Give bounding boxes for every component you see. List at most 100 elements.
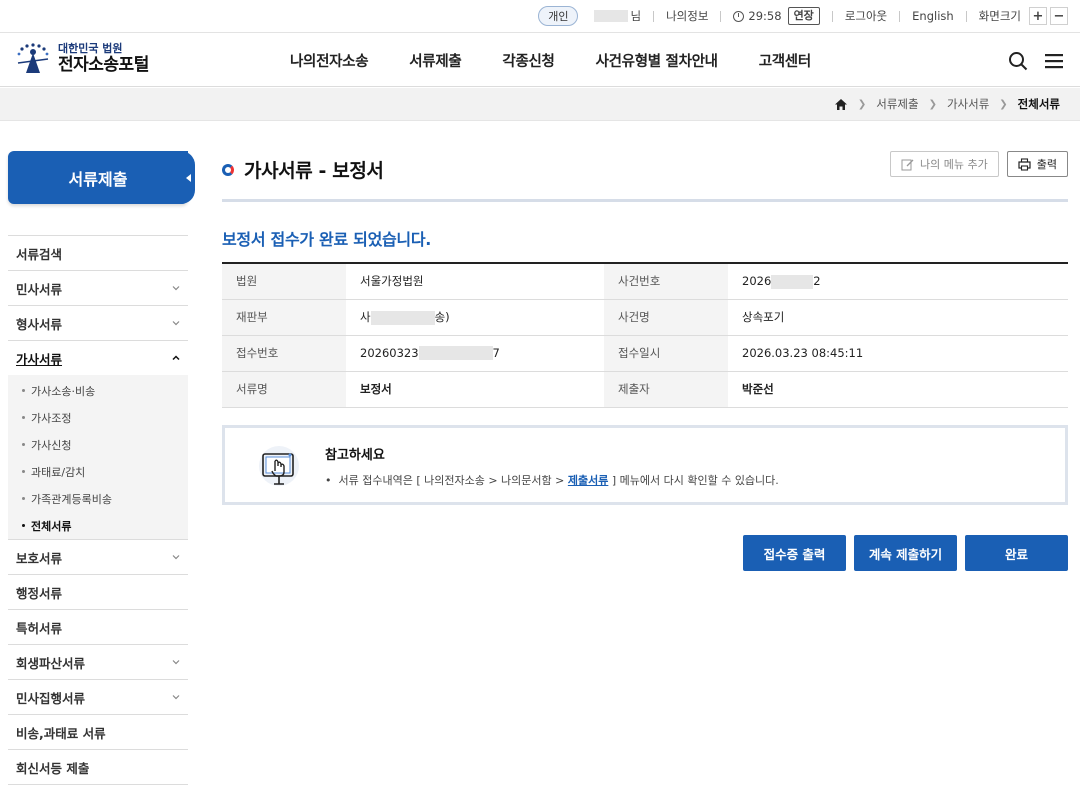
nav-my-lawsuit[interactable]: 나의전자소송 <box>290 50 369 71</box>
chevron-right-icon: ❯ <box>857 98 867 110</box>
sidebar-item-label: 가사서류 <box>16 351 63 367</box>
document-name-value: 보정서 <box>346 371 604 408</box>
chevron-down-icon <box>172 321 180 326</box>
sidebar-item-rehabilitation[interactable]: 회생파산서류 <box>8 644 188 679</box>
sidebar-subitem-label: 가사소송·비송 <box>31 384 96 398</box>
sidebar-subitem[interactable]: 가사소송·비송 <box>8 377 188 404</box>
court-value: 서울가정법원 <box>346 263 604 300</box>
court-emblem-icon <box>17 43 49 73</box>
sidebar-subitem[interactable]: 가족관계등록비송 <box>8 485 188 512</box>
sidebar-item-protection[interactable]: 보호서류 <box>8 539 188 574</box>
global-nav: 나의전자소송 서류제출 각종신청 사건유형별 절차안내 고객센터 <box>290 33 852 87</box>
nav-document-submit[interactable]: 서류제출 <box>409 50 461 71</box>
session-timer-value: 29:58 <box>748 9 782 23</box>
chevron-down-icon <box>172 695 180 700</box>
sidebar-subitem-label: 가사신청 <box>31 438 72 452</box>
utility-bar: 개인 님 나의정보 29:58 연장 로그아웃 English 화면크기 + − <box>0 0 1080 33</box>
sidebar-item-civil[interactable]: 민사서류 <box>8 270 188 305</box>
submitted-docs-link[interactable]: 제출서류 <box>568 474 608 487</box>
table-row: 서류명 보정서 제출자 박준선 <box>222 371 1068 408</box>
notice-text-before: 서류 접수내역은 [ 나의전자소송 > 나의문서함 > <box>338 474 568 487</box>
nav-procedure-guide[interactable]: 사건유형별 절차안내 <box>596 50 718 71</box>
sidebar-item-patent[interactable]: 특허서류 <box>8 609 188 644</box>
sidebar-subitem-label: 가족관계등록비송 <box>31 492 112 506</box>
receipt-datetime-value: 2026.03.23 08:45:11 <box>728 335 1068 372</box>
chevron-up-icon <box>172 355 180 361</box>
done-button[interactable]: 완료 <box>965 535 1068 571</box>
menu-icon[interactable] <box>1044 51 1064 71</box>
breadcrumb-item[interactable]: 가사서류 <box>947 96 989 112</box>
sidebar-item-label: 민사집행서류 <box>16 690 86 706</box>
nav-customer-center[interactable]: 고객센터 <box>759 50 811 71</box>
my-info-link[interactable]: 나의정보 <box>666 8 708 24</box>
add-my-menu-button[interactable]: 나의 메뉴 추가 <box>890 151 999 177</box>
sidebar-title: 서류제출 <box>8 151 195 204</box>
search-icon[interactable] <box>1008 51 1028 71</box>
zoom-out-button[interactable]: − <box>1050 7 1068 25</box>
user-name-masked <box>594 10 629 22</box>
print-button[interactable]: 출력 <box>1006 151 1068 177</box>
sidebar-subitem[interactable]: 가사신청 <box>8 431 188 458</box>
sidebar-item-label: 비송,과태료 서류 <box>16 725 106 741</box>
completion-message: 보정서 접수가 완료 되었습니다. <box>222 230 432 249</box>
receipt-number-value: 20260323 7 <box>346 335 604 372</box>
sidebar-item-criminal[interactable]: 형사서류 <box>8 305 188 340</box>
sidebar-item-administrative[interactable]: 행정서류 <box>8 574 188 609</box>
user-suffix: 님 <box>630 9 642 23</box>
case-name-label: 사건명 <box>604 299 728 336</box>
sidebar-item-label: 행정서류 <box>16 585 63 601</box>
print-label: 출력 <box>1036 158 1057 171</box>
submitter-value: 박준선 <box>728 371 1068 408</box>
sidebar-item-label: 회신서등 제출 <box>16 760 90 776</box>
user-type-badge: 개인 <box>538 6 579 26</box>
breadcrumb: ❯ 서류제출 ❯ 가사서류 ❯ 전체서류 <box>834 96 1060 112</box>
site-logo[interactable]: 대한민국 법원 전자소송포털 <box>12 41 149 77</box>
english-link[interactable]: English <box>912 9 954 23</box>
clock-icon <box>733 10 745 22</box>
add-my-menu-label: 나의 메뉴 추가 <box>920 158 988 171</box>
sidebar-item-label: 서류검색 <box>16 246 63 262</box>
logo-title: 전자소송포털 <box>58 54 149 75</box>
receipt-info-table: 법원 서울가정법원 사건번호 2026 2 재판부 사 송) 사건명 상속포기 접수… <box>222 262 1068 408</box>
sidebar-item-label: 형사서류 <box>16 316 63 332</box>
chevron-down-icon <box>172 660 180 665</box>
edit-icon <box>901 159 914 170</box>
sidebar-item-family[interactable]: 가사서류 <box>8 340 188 375</box>
receipt-print-button[interactable]: 접수증 출력 <box>743 535 846 571</box>
sidebar-item-label: 회생파산서류 <box>16 655 86 671</box>
sidebar-subitem-active[interactable]: 전체서류 <box>8 512 188 539</box>
chevron-right-icon: ❯ <box>928 98 937 110</box>
sidebar-nav: 서류검색 민사서류 형사서류 가사서류 가사소송·비송 가사조정 가사신청 과태… <box>8 235 188 785</box>
extend-session-button[interactable]: 연장 <box>787 7 820 25</box>
home-icon[interactable] <box>834 98 848 111</box>
sidebar-subitem-label: 과태료/감치 <box>31 465 86 479</box>
notice-text: • 서류 접수내역은 [ 나의전자소송 > 나의문서함 > 제출서류 ] 메뉴에… <box>325 474 779 487</box>
sidebar-collapse-icon[interactable] <box>181 151 195 204</box>
receipt-datetime-label: 접수일시 <box>604 335 728 372</box>
breadcrumb-item[interactable]: 서류제출 <box>876 96 918 112</box>
sidebar-item-civil-execution[interactable]: 민사집행서류 <box>8 679 188 714</box>
logout-link[interactable]: 로그아웃 <box>845 8 887 24</box>
sidebar-item-label: 민사서류 <box>16 281 63 297</box>
zoom-in-button[interactable]: + <box>1029 7 1047 25</box>
sidebar-subitem-label: 전체서류 <box>31 519 72 533</box>
page-title: 가사서류 - 보정서 <box>222 156 384 183</box>
document-name-label: 서류명 <box>222 371 346 408</box>
nav-applications[interactable]: 각종신청 <box>502 50 554 71</box>
touch-screen-icon <box>259 446 299 486</box>
table-row: 접수번호 20260323 7 접수일시 2026.03.23 08:45:11 <box>222 335 1068 372</box>
sidebar-item-doc-search[interactable]: 서류검색 <box>8 235 188 270</box>
sidebar-item-reply-submit[interactable]: 회신서등 제출 <box>8 749 188 784</box>
sidebar-item-non-contentious[interactable]: 비송,과태료 서류 <box>8 714 188 749</box>
breadcrumb-current: 전체서류 <box>1017 97 1060 111</box>
chevron-down-icon <box>172 555 180 560</box>
continue-submit-button[interactable]: 계속 제출하기 <box>854 535 957 571</box>
sidebar-submenu-family: 가사소송·비송 가사조정 가사신청 과태료/감치 가족관계등록비송 전체서류 <box>8 375 188 539</box>
sidebar-subitem[interactable]: 가사조정 <box>8 404 188 431</box>
title-bullet-icon <box>222 163 234 176</box>
table-row: 법원 서울가정법원 사건번호 2026 2 <box>222 263 1068 300</box>
breadcrumb-bar: ❯ 서류제출 ❯ 가사서류 ❯ 전체서류 <box>0 88 1080 121</box>
sidebar-subitem-label: 가사조정 <box>31 411 72 425</box>
notice-text-after: ] 메뉴에서 다시 확인할 수 있습니다. <box>608 474 779 487</box>
sidebar-subitem[interactable]: 과태료/감치 <box>8 458 188 485</box>
